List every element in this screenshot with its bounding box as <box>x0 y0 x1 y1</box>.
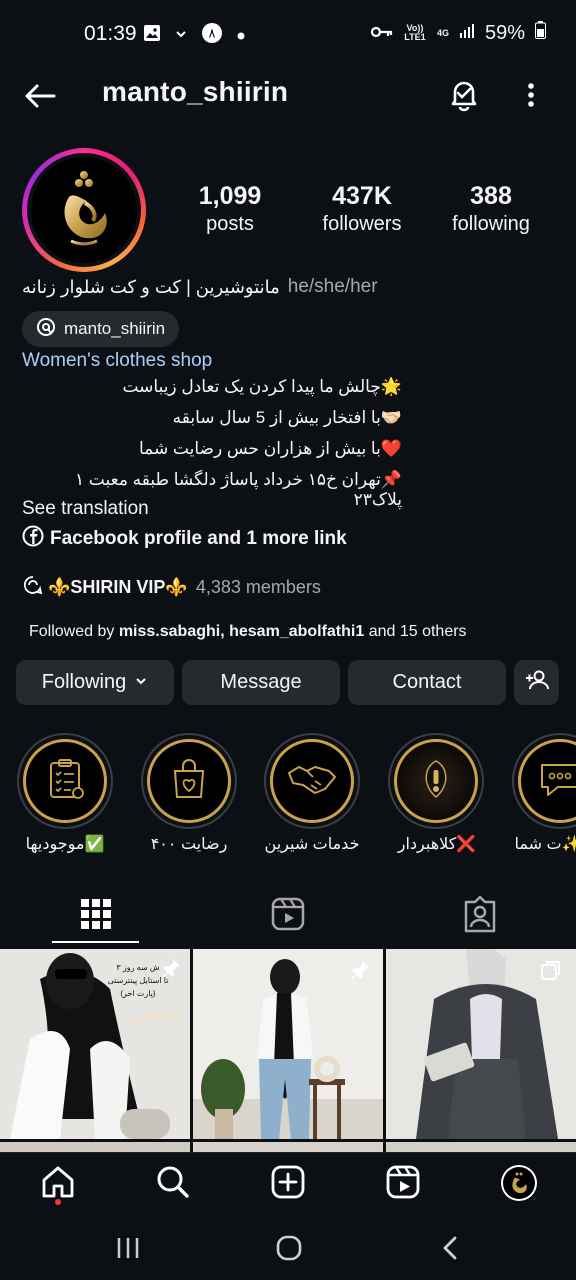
home-circle-icon[interactable] <box>276 1235 302 1266</box>
battery-icon <box>535 21 546 45</box>
stat-followers[interactable]: 437K followers <box>312 182 412 236</box>
tagged-icon[interactable] <box>460 894 500 934</box>
highlight-label: ت شما✨ <box>514 836 576 853</box>
threads-handle: manto_shiirin <box>64 319 166 338</box>
svg-text:٨: ٨ <box>209 27 216 42</box>
recent-apps-icon[interactable] <box>116 1236 140 1265</box>
status-time: 01:39 <box>84 22 137 45</box>
highlight-label: کلاهبردار❌ <box>397 836 477 853</box>
highlight-label: خدمات شیرین <box>264 836 360 853</box>
reels-nav-icon[interactable] <box>385 1164 421 1200</box>
dot-icon <box>237 27 245 45</box>
post-thumbnail[interactable] <box>0 1142 190 1152</box>
highlight-label: رضایت ۴۰۰ <box>150 836 228 853</box>
notification-dot <box>55 1199 61 1205</box>
see-translation-link[interactable]: See translation <box>22 498 149 520</box>
stat-posts[interactable]: 1,099 posts <box>188 182 272 236</box>
multiple-images-icon <box>540 959 562 986</box>
volte-label: Vo)) LTE1 <box>404 23 426 42</box>
bell-icon[interactable] <box>446 76 482 112</box>
broadcast-channel[interactable]: ⚜️SHIRIN VIP⚜️ 4,383 members <box>22 574 321 601</box>
vpn-icon: ٨ <box>201 22 223 49</box>
message-button[interactable]: Message <box>182 660 340 705</box>
followed-by-text[interactable]: Followed by miss.sabaghi, hesam_abolfath… <box>29 623 467 641</box>
chevron-icon <box>175 27 187 45</box>
more-icon[interactable] <box>518 78 544 114</box>
chevron-down-icon <box>134 671 148 694</box>
bio-line: ❤️با بیش از هزاران حس رضایت شما <box>138 439 402 458</box>
warning-icon <box>414 757 458 806</box>
back-nav-icon[interactable] <box>440 1235 460 1266</box>
create-icon[interactable] <box>270 1164 306 1200</box>
channel-members: 4,383 members <box>195 577 321 597</box>
search-icon[interactable] <box>155 1164 191 1200</box>
key-icon <box>370 22 393 45</box>
channel-icon <box>22 574 44 601</box>
battery-text: 59% <box>484 21 525 44</box>
following-button[interactable]: Following <box>16 660 174 705</box>
bio-line: 🤝🏻با افتخار بیش از 5 سال سابقه <box>172 408 402 427</box>
external-links[interactable]: Facebook profile and 1 more link <box>22 525 347 553</box>
profile-category: Women's clothes shop <box>22 350 213 371</box>
bio-line: 🌟چالش ما پیدا کردن یک تعادل زیباست <box>122 377 402 396</box>
network-label: 4G <box>436 27 449 38</box>
pin-icon <box>349 959 371 986</box>
display-name: مانتوشیرین | کت و کت شلوار زنانه <box>22 276 280 297</box>
profile-icon[interactable] <box>500 1164 537 1201</box>
highlight[interactable] <box>512 733 576 829</box>
channel-name: ⚜️SHIRIN VIP⚜️ <box>48 577 188 597</box>
post-thumbnail[interactable] <box>386 949 576 1139</box>
gallery-icon <box>143 24 161 47</box>
highlight[interactable] <box>388 733 484 829</box>
post-thumbnail[interactable] <box>386 1142 576 1152</box>
suggested-users-button[interactable] <box>514 660 559 705</box>
home-icon[interactable] <box>40 1164 76 1205</box>
threads-badge[interactable]: manto_shiirin <box>22 311 180 347</box>
post-thumbnail[interactable] <box>193 1142 383 1152</box>
reels-icon[interactable] <box>268 894 308 934</box>
grid-icon[interactable] <box>76 894 116 934</box>
highlight-label: موجودیها✅ <box>25 836 105 853</box>
clipboard-checklist-icon <box>41 755 89 808</box>
highlight[interactable] <box>17 733 113 829</box>
profile-username: manto_shiirin <box>102 76 289 107</box>
facebook-icon <box>22 525 44 553</box>
pronouns: he/she/her <box>287 276 378 297</box>
avatar <box>31 157 137 263</box>
contact-button[interactable]: Contact <box>348 660 506 705</box>
add-person-icon <box>524 667 550 699</box>
active-tab-indicator <box>52 941 139 943</box>
pin-icon <box>160 957 182 984</box>
chat-bubble-icon <box>536 755 576 808</box>
signal-icon <box>459 22 475 45</box>
avatar-story-ring[interactable] <box>22 148 146 272</box>
highlight[interactable] <box>141 733 237 829</box>
shopping-bag-heart-icon <box>165 755 213 808</box>
post-thumbnail[interactable] <box>193 949 383 1139</box>
handshake-icon <box>285 755 339 808</box>
highlight[interactable] <box>264 733 360 829</box>
back-arrow-icon[interactable] <box>22 78 58 114</box>
profile-name-line: مانتوشیرین | کت و کت شلوار زنانه he/she/… <box>22 276 382 298</box>
post-thumbnail[interactable]: ش سه روز ۳ تا استایل پینترستی (پارت اخر) <box>0 949 190 1139</box>
stat-following[interactable]: 388 following <box>444 182 538 236</box>
threads-icon <box>36 317 56 342</box>
